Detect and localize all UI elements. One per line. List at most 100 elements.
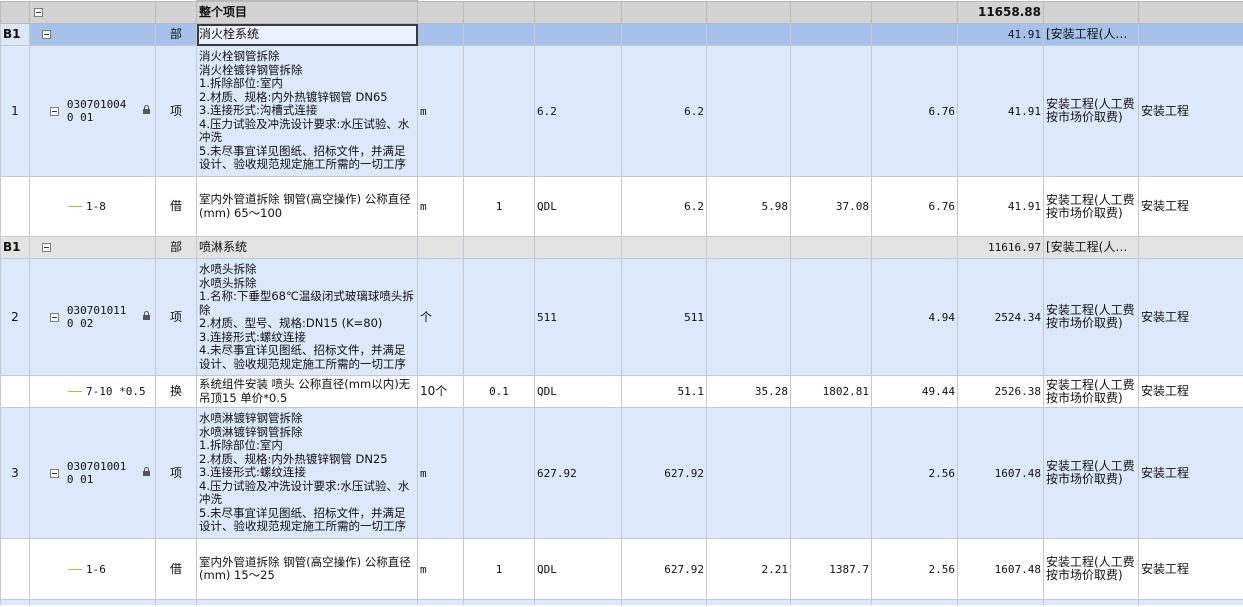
- section-id: B1: [0, 236, 30, 259]
- table-row[interactable]: 1-6 借 室内外管道拆除 钢管(高空操作) 公称直径(mm) 15～25 m …: [0, 538, 1243, 600]
- tree-branch-icon: [68, 391, 82, 392]
- item-price: 6.76: [871, 45, 958, 177]
- item-seq: 3: [0, 407, 30, 539]
- item-c1: [706, 407, 791, 539]
- section-name[interactable]: 喷淋系统: [196, 236, 418, 259]
- quota-expr: 1: [463, 538, 535, 600]
- table-row[interactable]: 2 0307010110 02 项 水喷头拆除 水喷头拆除 1.名称:下垂型68℃温…: [0, 258, 1243, 376]
- section-category: [安装工程(人…: [1043, 23, 1139, 46]
- item-kind: 项: [155, 407, 197, 539]
- quota-price: 2.56: [871, 538, 958, 600]
- quota-category: 安装工程(人工费按市场价取费): [1043, 176, 1139, 237]
- collapse-toggle-icon[interactable]: [50, 468, 59, 478]
- collapse-toggle-icon[interactable]: [42, 30, 51, 39]
- quota-price: 49.44: [871, 375, 958, 408]
- project-name[interactable]: 整个项目: [196, 0, 418, 24]
- section-row[interactable]: B1 部 喷淋系统 11616.97 [安装工程(人…: [0, 236, 1243, 259]
- tree-branch-icon: [68, 206, 82, 207]
- quota-amount: 1607.48: [957, 538, 1044, 600]
- quota-description[interactable]: 室内外管道拆除 钢管(高空操作) 公称直径(mm) 15～25: [196, 538, 418, 600]
- collapse-toggle-icon[interactable]: [42, 243, 51, 252]
- quota-category: 安装工程(人工费按市场价取费): [1043, 375, 1139, 408]
- table-row[interactable]: 7-10 *0.5 换 系统组件安装 喷头 公称直径(mm以内)无吊顶15 单价…: [0, 375, 1243, 408]
- quota-c2: 1387.7: [790, 538, 872, 600]
- quota-qty-expr[interactable]: QDL: [534, 538, 622, 600]
- item-price: 2.56: [871, 407, 958, 539]
- quota-price: 6.76: [871, 176, 958, 237]
- item-category: 安装工程(人工费按市场价取费): [1043, 258, 1139, 376]
- table-row[interactable]: 1-8 借 室内外管道拆除 钢管(高空操作) 公称直径(mm) 65～100 m…: [0, 176, 1243, 237]
- quota-code-cell[interactable]: 1-6: [29, 538, 156, 600]
- item-qty: 511: [621, 258, 707, 376]
- quota-unit: 10个: [417, 375, 464, 408]
- quota-code-cell[interactable]: 7-10 *0.5: [29, 375, 156, 408]
- section-total: 11616.97: [957, 236, 1044, 259]
- item-qty-expr[interactable]: 627.92: [534, 407, 622, 539]
- quota-kind: 借: [155, 538, 197, 600]
- section-name[interactable]: 消火栓系统: [196, 23, 418, 46]
- quota-code-cell[interactable]: 1-8: [29, 176, 156, 237]
- table-row[interactable]: 1 0307010040 01 项 消火栓钢管拆除 消火栓镀锌钢管拆除 1.拆除部位…: [0, 45, 1243, 177]
- quota-c2: 1802.81: [790, 375, 872, 408]
- item-kind: 项: [155, 258, 197, 376]
- quota-qty-expr[interactable]: QDL: [534, 375, 622, 408]
- item-qty-expr[interactable]: 511: [534, 258, 622, 376]
- item-profession: 安装工程: [1138, 45, 1243, 177]
- quota-unit: m: [417, 176, 464, 237]
- quota-description[interactable]: 室内外管道拆除 钢管(高空操作) 公称直径(mm) 65～100: [196, 176, 418, 237]
- section-kind: 部: [155, 23, 197, 46]
- collapse-toggle-icon[interactable]: [50, 312, 59, 322]
- item-amount: 1607.48: [957, 407, 1044, 539]
- item-description[interactable]: 水喷淋镀锌钢管拆除 水喷淋镀锌钢管拆除 1.拆除部位:室内 2.材质、规格:内外热镀…: [196, 407, 418, 539]
- item-c1: [706, 45, 791, 177]
- item-category: 安装工程(人工费按市场价取费): [1043, 45, 1139, 177]
- item-unit: m: [417, 45, 464, 177]
- item-code: 0307010040 01: [66, 98, 127, 124]
- item-code-cell[interactable]: 0307010010 01: [29, 407, 156, 539]
- quota-c1: 35.28: [706, 375, 791, 408]
- collapse-toggle-icon[interactable]: [50, 106, 59, 116]
- quota-code: 7-10 *0.5: [86, 385, 146, 398]
- quota-amount: 2526.38: [957, 375, 1044, 408]
- quota-profession: 安装工程: [1138, 375, 1243, 408]
- collapse-toggle-icon[interactable]: [34, 7, 43, 17]
- project-kind: [155, 0, 197, 24]
- quota-c2: 37.08: [790, 176, 872, 237]
- quota-c1: 2.21: [706, 538, 791, 600]
- item-code-cell[interactable]: 0307010040 01: [29, 45, 156, 177]
- section-tree-cell: [29, 236, 156, 259]
- lock-icon: [142, 104, 150, 114]
- item-c2: [790, 407, 872, 539]
- item-kind: 项: [155, 45, 197, 177]
- item-c2: [790, 258, 872, 376]
- tree-branch-icon: [68, 568, 82, 570]
- section-kind: 部: [155, 236, 197, 259]
- item-description[interactable]: 消火栓钢管拆除 消火栓镀锌钢管拆除 1.拆除部位:室内 2.材质、规格:内外热镀锌钢…: [196, 45, 418, 177]
- section-id: B1: [0, 23, 30, 46]
- item-amount: 2524.34: [957, 258, 1044, 376]
- item-expr: [463, 45, 535, 177]
- item-category: 安装工程(人工费按市场价取费): [1043, 407, 1139, 539]
- quota-description[interactable]: 系统组件安装 喷头 公称直径(mm以内)无吊顶15 单价*0.5: [196, 375, 418, 408]
- item-seq: 2: [0, 258, 30, 376]
- quota-expr: 0.1: [463, 375, 535, 408]
- item-c2: [790, 45, 872, 177]
- lock-icon: [142, 466, 150, 476]
- table-row[interactable]: 3 0307010010 01 项 水喷淋镀锌钢管拆除 水喷淋镀锌钢管拆除 1.拆除…: [0, 407, 1243, 539]
- item-qty-expr[interactable]: 6.2: [534, 45, 622, 177]
- section-category: [安装工程(人…: [1043, 236, 1139, 259]
- quota-amount: 41.91: [957, 176, 1044, 237]
- item-seq: 1: [0, 45, 30, 177]
- quota-qty: 627.92: [621, 538, 707, 600]
- quota-profession: 安装工程: [1138, 176, 1243, 237]
- item-code: 0307010010 01: [66, 460, 127, 486]
- item-description[interactable]: 水喷头拆除 水喷头拆除 1.名称:下垂型68℃温级闭式玻璃球喷头拆除 2.材质、型号…: [196, 258, 418, 376]
- quota-qty: 51.1: [621, 375, 707, 408]
- project-row[interactable]: 整个项目 11658.88: [0, 0, 1243, 24]
- item-qty: 6.2: [621, 45, 707, 177]
- quota-kind: 借: [155, 176, 197, 237]
- section-row[interactable]: B1 部 消火栓系统 41.91 [安装工程(人…: [0, 23, 1243, 46]
- quota-qty-expr[interactable]: QDL: [534, 176, 622, 237]
- quota-code: 1-6: [86, 562, 106, 576]
- item-code-cell[interactable]: 0307010110 02: [29, 258, 156, 376]
